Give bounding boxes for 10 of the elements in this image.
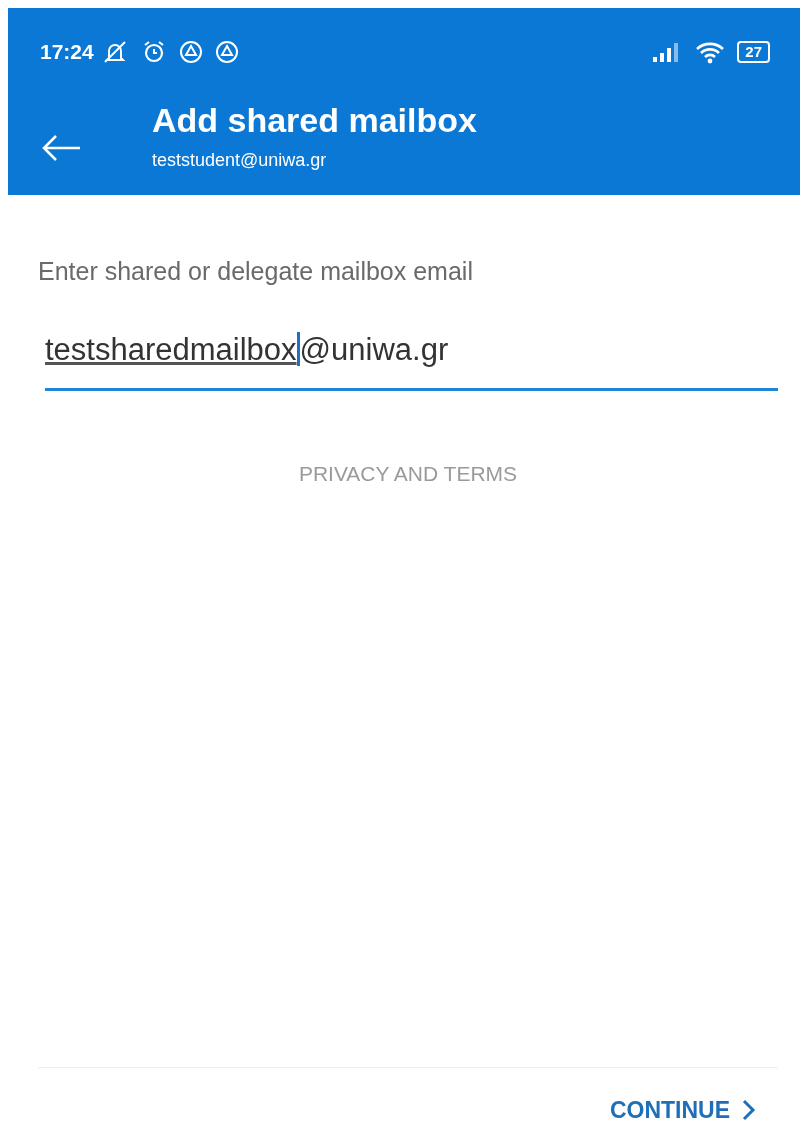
privacy-link[interactable]: PRIVACY AND TERMS — [292, 461, 524, 487]
account-email: teststudent@uniwa.gr — [152, 150, 328, 171]
field-label: Enter shared or delegate mailbox email — [38, 257, 474, 286]
status-time: 17:24 — [40, 39, 94, 64]
battery-level: 27 — [737, 40, 770, 63]
continue-button[interactable]: CONTINUE — [609, 1086, 756, 1124]
chevron-right-icon — [742, 1099, 756, 1121]
page-title: Add shared mailbox — [152, 101, 477, 140]
mailbox-email-field[interactable]: testsharedmailbox@uniwa.gr — [45, 332, 778, 391]
back-arrow-icon[interactable] — [40, 133, 82, 163]
